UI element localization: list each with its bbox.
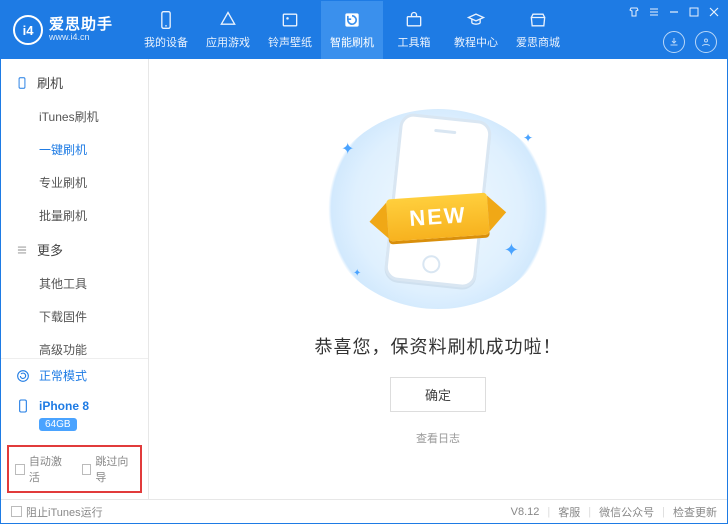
sidebar-scroll: 刷机 iTunes刷机 一键刷机 专业刷机 批量刷机 更多 其他工具 下载固件 … <box>1 59 148 358</box>
main-panel: ✦ ✦ ✦ ✦ NEW 恭喜您，保资料刷机成功啦！ 确定 查看日志 <box>149 59 727 499</box>
mode-row[interactable]: 正常模式 <box>1 359 148 392</box>
device-icon <box>156 10 176 30</box>
sidebar-item-batch-flash[interactable]: 批量刷机 <box>1 199 148 232</box>
statusbar-left: 阻止iTunes运行 <box>11 504 103 520</box>
sidebar-item-oneclick-flash[interactable]: 一键刷机 <box>1 133 148 166</box>
sidebar-item-other-tools[interactable]: 其他工具 <box>1 267 148 300</box>
app-window: i4 爱思助手 www.i4.cn 我的设备 应用游戏 铃声壁纸 智能刷机 <box>0 0 728 524</box>
nav-label: 我的设备 <box>144 34 188 50</box>
sidebar: 刷机 iTunes刷机 一键刷机 专业刷机 批量刷机 更多 其他工具 下载固件 … <box>1 59 149 499</box>
sidebar-group-more[interactable]: 更多 <box>1 232 148 267</box>
success-message: 恭喜您，保资料刷机成功啦！ <box>315 333 562 359</box>
nav-flash[interactable]: 智能刷机 <box>321 1 383 59</box>
sparkle-icon: ✦ <box>353 268 361 279</box>
checkbox-block-itunes[interactable]: 阻止iTunes运行 <box>11 504 103 520</box>
checkbox-auto-activate[interactable]: 自动激活 <box>15 453 68 485</box>
ok-button[interactable]: 确定 <box>390 377 486 412</box>
version-label: V8.12 <box>511 506 540 518</box>
refresh-icon <box>342 10 362 30</box>
sparkle-icon: ✦ <box>341 139 354 159</box>
mode-label: 正常模式 <box>39 367 87 384</box>
top-nav: 我的设备 应用游戏 铃声壁纸 智能刷机 工具箱 教程中心 <box>135 1 569 59</box>
window-controls <box>627 5 721 19</box>
refresh-circle-icon <box>15 368 31 384</box>
group-title: 更多 <box>37 240 63 259</box>
nav-my-device[interactable]: 我的设备 <box>135 1 197 59</box>
separator: | <box>547 506 550 518</box>
new-ribbon: NEW <box>386 193 490 242</box>
logo-icon: i4 <box>13 15 43 45</box>
close-button[interactable] <box>707 5 721 19</box>
body: 刷机 iTunes刷机 一键刷机 专业刷机 批量刷机 更多 其他工具 下载固件 … <box>1 59 727 499</box>
checkbox-icon <box>82 464 92 475</box>
device-row[interactable]: iPhone 8 64GB <box>1 392 148 441</box>
nav-tutorial[interactable]: 教程中心 <box>445 1 507 59</box>
nav-apps[interactable]: 应用游戏 <box>197 1 259 59</box>
checkbox-icon <box>15 464 25 475</box>
image-icon <box>280 10 300 30</box>
nav-label: 铃声壁纸 <box>268 34 312 50</box>
brand-site: www.i4.cn <box>49 33 113 43</box>
sidebar-bottom: 正常模式 iPhone 8 64GB 自动激活 跳过向导 <box>1 358 148 499</box>
statusbar-right: V8.12 | 客服 | 微信公众号 | 检查更新 <box>511 504 717 520</box>
graduation-icon <box>466 10 486 30</box>
brand-name: 爱思助手 <box>49 17 113 34</box>
shirt-icon[interactable] <box>627 5 641 19</box>
support-link[interactable]: 客服 <box>558 504 580 520</box>
download-button[interactable] <box>663 31 685 53</box>
nav-label: 智能刷机 <box>330 34 374 50</box>
phone-icon <box>15 76 29 90</box>
device-capacity-badge: 64GB <box>39 418 77 431</box>
nav-label: 爱思商城 <box>516 34 560 50</box>
apps-icon <box>218 10 238 30</box>
nav-store[interactable]: 爱思商城 <box>507 1 569 59</box>
separator: | <box>588 506 591 518</box>
brand-text: 爱思助手 www.i4.cn <box>49 17 113 43</box>
checkbox-label: 阻止iTunes运行 <box>26 504 103 520</box>
nav-ringtones[interactable]: 铃声壁纸 <box>259 1 321 59</box>
highlighted-options: 自动激活 跳过向导 <box>7 445 142 493</box>
nav-label: 工具箱 <box>398 34 431 50</box>
sparkle-icon: ✦ <box>504 240 519 261</box>
sidebar-item-download-firmware[interactable]: 下载固件 <box>1 300 148 333</box>
titlebar-actions <box>663 31 717 53</box>
view-log-link[interactable]: 查看日志 <box>416 430 460 446</box>
group-title: 刷机 <box>37 73 63 92</box>
sparkle-icon: ✦ <box>523 131 533 145</box>
sidebar-group-flash[interactable]: 刷机 <box>1 65 148 100</box>
toolbox-icon <box>404 10 424 30</box>
user-button[interactable] <box>695 31 717 53</box>
separator: | <box>662 506 665 518</box>
nav-label: 教程中心 <box>454 34 498 50</box>
checkbox-label: 自动激活 <box>29 453 68 485</box>
titlebar: i4 爱思助手 www.i4.cn 我的设备 应用游戏 铃声壁纸 智能刷机 <box>1 1 727 59</box>
brand-logo: i4 爱思助手 www.i4.cn <box>1 15 125 45</box>
hero-illustration: ✦ ✦ ✦ ✦ NEW <box>323 109 553 309</box>
menu-icon[interactable] <box>647 5 661 19</box>
nav-label: 应用游戏 <box>206 34 250 50</box>
menu-lines-icon <box>15 243 29 257</box>
sidebar-item-itunes-flash[interactable]: iTunes刷机 <box>1 100 148 133</box>
check-update-link[interactable]: 检查更新 <box>673 504 717 520</box>
statusbar: 阻止iTunes运行 V8.12 | 客服 | 微信公众号 | 检查更新 <box>1 499 727 523</box>
checkbox-label: 跳过向导 <box>95 453 134 485</box>
sidebar-item-advanced[interactable]: 高级功能 <box>1 333 148 358</box>
phone-small-icon <box>15 398 31 414</box>
minimize-button[interactable] <box>667 5 681 19</box>
nav-toolbox[interactable]: 工具箱 <box>383 1 445 59</box>
checkbox-icon <box>11 506 22 517</box>
checkbox-skip-guide[interactable]: 跳过向导 <box>82 453 135 485</box>
wechat-link[interactable]: 微信公众号 <box>599 504 654 520</box>
maximize-button[interactable] <box>687 5 701 19</box>
store-icon <box>528 10 548 30</box>
device-name: iPhone 8 <box>39 399 89 413</box>
sidebar-item-pro-flash[interactable]: 专业刷机 <box>1 166 148 199</box>
